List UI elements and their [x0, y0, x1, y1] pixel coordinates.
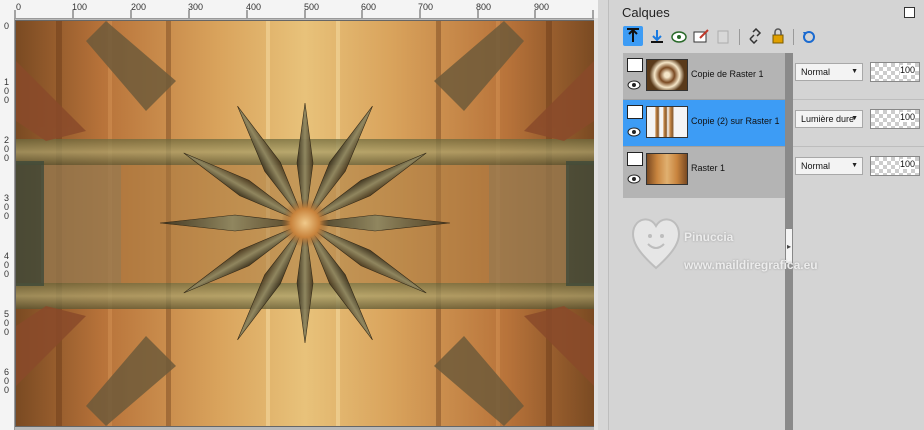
ruler-label: 1 0 0 — [3, 77, 9, 105]
ruler-label: 4 0 0 — [3, 251, 9, 279]
watermark-name: Pinuccia — [684, 230, 734, 244]
toolbar-separator — [793, 29, 794, 45]
blend-mode-dropdown[interactable]: Normal ▼ — [795, 63, 863, 81]
layer-props-row: Lumière dure ▼ 100 — [793, 100, 924, 147]
blend-mode-dropdown[interactable]: Normal ▼ — [795, 157, 863, 175]
blend-mode-value: Normal — [801, 161, 831, 171]
visibility-eye-icon[interactable] — [627, 126, 641, 138]
watermark-url: www.maildiregrafica.eu — [684, 258, 818, 272]
ruler-ticks — [14, 10, 594, 18]
layer-name: Raster 1 — [691, 163, 726, 173]
layers-toolbar — [623, 26, 923, 48]
visibility-eye-icon[interactable] — [627, 173, 641, 185]
layer-name: Copie (2) sur Raster 1 — [691, 116, 780, 126]
canvas-image[interactable] — [15, 20, 595, 427]
vertical-ruler: 0 1 0 0 2 0 0 3 0 0 4 0 0 5 0 0 6 0 0 — [0, 18, 15, 430]
layer-row-selected[interactable]: Copie (2) sur Raster 1 — [623, 100, 785, 147]
layer-row[interactable]: Copie de Raster 1 — [623, 53, 785, 100]
arrange-down-icon[interactable] — [647, 26, 667, 46]
layer-properties: Normal ▼ 100 Lumière dure ▼ 100 Normal ▼ 10… — [793, 53, 924, 198]
chevron-down-icon: ▼ — [851, 115, 858, 122]
vertical-scrollbar[interactable] — [594, 18, 598, 430]
layers-list: Copie de Raster 1 Copie (2) sur Raster 1… — [623, 53, 785, 198]
visibility-eye-icon[interactable] — [627, 79, 641, 91]
blend-mode-value: Normal — [801, 67, 831, 77]
blend-mode-dropdown[interactable]: Lumière dure ▼ — [795, 110, 863, 128]
heart-logo-icon — [632, 218, 680, 270]
ruler-label: 5 0 0 — [3, 309, 9, 337]
horizontal-ruler: 0 100 200 300 400 500 600 700 800 900 — [0, 0, 598, 19]
layer-group-icon[interactable] — [627, 105, 643, 119]
layer-group-icon[interactable] — [627, 152, 643, 166]
panel-title: Calques — [622, 5, 670, 20]
new-adjustment-icon[interactable] — [691, 26, 711, 46]
ruler-label: 3 0 0 — [3, 193, 9, 221]
layer-thumbnail — [646, 106, 688, 138]
ruler-label: 2 0 0 — [3, 135, 9, 163]
opacity-field[interactable]: 100 — [870, 62, 920, 82]
panel-close-icon[interactable] — [904, 7, 915, 18]
layer-props-row: Normal ▼ 100 — [793, 147, 924, 193]
layer-thumbnail — [646, 59, 688, 91]
ruler-label: 0 — [3, 21, 9, 31]
blend-mode-value: Lumière dure — [801, 114, 855, 124]
layer-name: Copie de Raster 1 — [691, 69, 764, 79]
canvas-area[interactable]: 0 100 200 300 400 500 600 700 800 900 0 … — [0, 0, 598, 430]
undo-icon[interactable] — [799, 26, 819, 46]
opacity-field[interactable]: 100 — [870, 156, 920, 176]
opacity-value: 100 — [899, 65, 915, 75]
watermark: Pinuccia www.maildiregrafica.eu — [628, 212, 888, 274]
opacity-field[interactable]: 100 — [870, 109, 920, 129]
layer-thumbnail — [646, 153, 688, 185]
ruler-label: 6 0 0 — [3, 367, 9, 395]
layer-props-row: Normal ▼ 100 — [793, 53, 924, 100]
layer-group-icon[interactable] — [627, 58, 643, 72]
toolbar-separator — [739, 29, 740, 45]
opacity-value: 100 — [899, 112, 915, 122]
new-raster-layer-icon[interactable] — [623, 26, 643, 46]
chevron-down-icon: ▼ — [851, 162, 858, 169]
new-mask-icon[interactable] — [669, 26, 689, 46]
link-icon[interactable] — [745, 26, 765, 46]
opacity-value: 100 — [899, 159, 915, 169]
kaleidoscope-artwork — [16, 21, 594, 426]
delete-layer-icon[interactable] — [713, 26, 733, 46]
chevron-down-icon: ▼ — [851, 68, 858, 75]
lock-icon[interactable] — [768, 26, 788, 46]
layer-row[interactable]: Raster 1 — [623, 147, 785, 193]
